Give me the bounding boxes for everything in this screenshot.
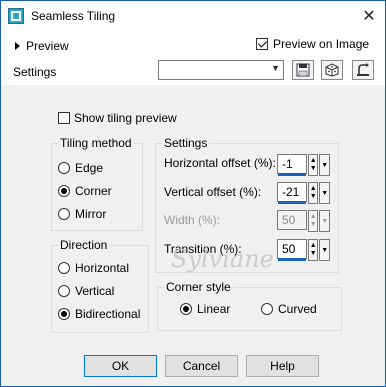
watermark: Sylviane [171,245,274,273]
radio-edge-label: Edge [75,161,104,175]
radio-horizontal[interactable]: Horizontal [58,261,129,275]
save-preset-button[interactable] [292,60,314,80]
save-icon [296,63,310,77]
width-spinner: 50 ▲ ▼ ▼ [277,210,331,232]
horizontal-offset-label: Horizontal offset (%): [164,156,276,170]
reset-icon [357,63,369,76]
preview-on-image-label: Preview on Image [273,37,370,51]
radio-linear-label: Linear [197,302,231,316]
corner-style-group: Corner style Linear Curved [157,280,342,331]
chevron-down-icon: ▼ [319,210,331,232]
randomize-button[interactable] [321,60,343,80]
settings-label: Settings [13,65,57,79]
chevron-down-icon: ▼ [271,63,280,73]
show-tiling-preview-checkbox[interactable]: Show tiling preview [58,111,177,125]
horizontal-offset-spinner[interactable]: -1 ▲ ▼ ▼ [277,154,331,176]
preview-toolbar: Preview Preview on Image Settings ▼ [1,31,385,85]
chevron-down-icon[interactable]: ▼ [319,239,331,261]
radio-bidirectional-label: Bidirectional [75,307,141,321]
radio-corner[interactable]: Corner [58,184,112,198]
width-label: Width (%): [164,213,221,227]
seamless-tiling-dialog: Seamless Tiling ✕ Preview Preview on Ima… [0,0,386,387]
radio-curved[interactable]: Curved [261,302,317,316]
dice-icon [325,63,339,77]
horizontal-offset-input[interactable]: -1 [277,154,307,176]
radio-icon [58,162,70,174]
close-icon[interactable]: ✕ [359,7,379,25]
spin-updown-icon[interactable]: ▲ ▼ [307,182,319,204]
vertical-offset-label: Vertical offset (%): [164,185,262,199]
radio-selected-icon [58,308,70,320]
radio-corner-label: Corner [75,184,112,198]
window-title: Seamless Tiling [31,9,116,23]
radio-icon [58,285,70,297]
checkbox-checked-icon [256,38,268,50]
radio-horizontal-label: Horizontal [75,261,130,275]
preview-label: Preview [26,39,69,53]
help-button[interactable]: Help [246,355,319,377]
settings-preset-combo[interactable]: ▼ [158,60,284,80]
tiling-method-title: Tiling method [58,136,134,150]
radio-vertical[interactable]: Vertical [58,284,114,298]
reset-button[interactable] [352,60,374,80]
radio-linear[interactable]: Linear [180,302,230,316]
preview-on-image-checkbox[interactable]: Preview on Image [256,37,369,51]
checkbox-unchecked-icon [58,112,70,124]
vertical-offset-input[interactable]: -21 [277,182,307,204]
radio-bidirectional[interactable]: Bidirectional [58,307,140,321]
radio-curved-label: Curved [278,302,317,316]
width-input: 50 [277,210,307,230]
spin-updown-icon[interactable]: ▲ ▼ [307,239,319,261]
show-tiling-preview-label: Show tiling preview [74,111,177,125]
radio-vertical-label: Vertical [75,284,115,298]
radio-mirror-label: Mirror [75,207,107,221]
settings-group-title: Settings [162,136,210,150]
radio-icon [58,208,70,220]
direction-group: Direction Horizontal Vertical Bidirectio… [51,238,149,333]
chevron-down-icon[interactable]: ▼ [319,182,331,204]
preview-toggle[interactable]: Preview [15,39,69,53]
spin-updown-icon: ▲ ▼ [307,210,319,232]
app-icon [8,8,24,24]
radio-icon [261,303,273,315]
ok-button[interactable]: OK [84,355,157,377]
radio-edge[interactable]: Edge [58,161,103,175]
title-bar: Seamless Tiling ✕ [1,1,385,31]
transition-input[interactable]: 50 [277,239,307,261]
spin-updown-icon[interactable]: ▲ ▼ [307,154,319,176]
transition-spinner[interactable]: 50 ▲ ▼ ▼ [277,239,331,261]
chevron-down-icon[interactable]: ▼ [319,154,331,176]
direction-title: Direction [58,238,110,252]
radio-selected-icon [58,185,70,197]
radio-selected-icon [180,303,192,315]
dialog-body: Show tiling preview Tiling method Edge C… [1,85,385,386]
cancel-button[interactable]: Cancel [165,355,238,377]
expand-triangle-icon [15,42,20,50]
corner-style-title: Corner style [164,280,233,294]
radio-mirror[interactable]: Mirror [58,207,106,221]
vertical-offset-spinner[interactable]: -21 ▲ ▼ ▼ [277,182,331,204]
radio-icon [58,262,70,274]
tiling-method-group: Tiling method Edge Corner Mirror [51,136,143,231]
